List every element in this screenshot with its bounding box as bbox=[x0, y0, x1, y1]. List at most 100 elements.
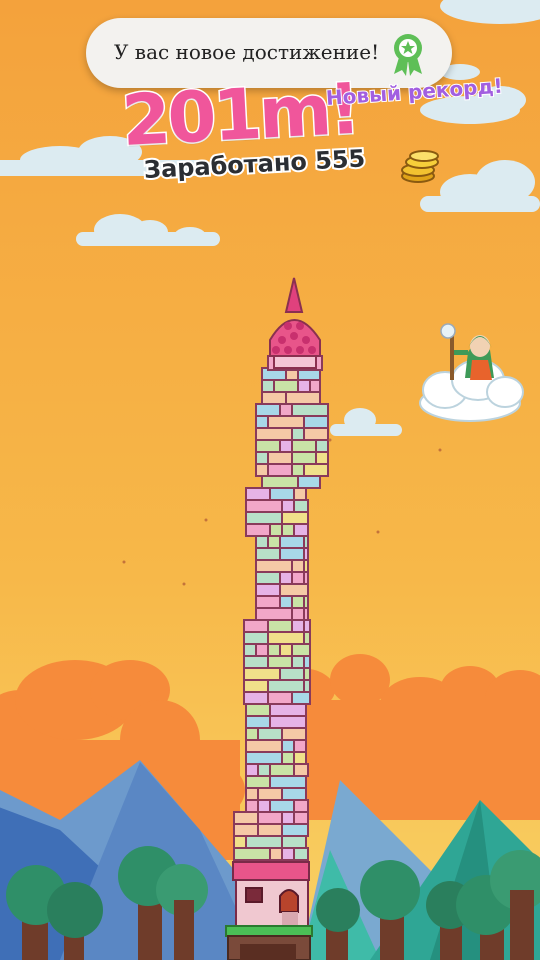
tower-block bbox=[255, 559, 293, 573]
tower-block bbox=[255, 571, 281, 585]
tower-block bbox=[303, 607, 309, 621]
tower-block bbox=[291, 619, 305, 633]
tower-block bbox=[233, 847, 271, 861]
tower-block bbox=[291, 691, 311, 705]
tower-block bbox=[267, 655, 293, 669]
gold-coins-icon bbox=[401, 150, 439, 183]
tower-block bbox=[261, 379, 275, 393]
tower-block bbox=[269, 703, 307, 717]
tower-block bbox=[303, 547, 309, 561]
tower-block bbox=[261, 475, 299, 489]
tower-block bbox=[293, 499, 309, 513]
achievement-notification-text: У вас новое достижение! bbox=[114, 40, 380, 64]
tower-block bbox=[303, 631, 311, 645]
tower-block bbox=[255, 427, 293, 441]
tower-block bbox=[267, 679, 305, 693]
tower-block bbox=[255, 415, 269, 429]
tower-block bbox=[303, 619, 311, 633]
tower-block bbox=[255, 403, 281, 417]
tower-block bbox=[233, 835, 247, 849]
tower-block bbox=[303, 667, 311, 681]
tower-block bbox=[293, 799, 309, 813]
tower-block bbox=[243, 619, 269, 633]
tower-block bbox=[303, 535, 309, 549]
tower-block bbox=[245, 499, 283, 513]
tower-block bbox=[243, 679, 269, 693]
tower-block bbox=[267, 643, 281, 657]
tower-block bbox=[267, 691, 293, 705]
tower-block bbox=[255, 451, 269, 465]
tower-block bbox=[279, 571, 293, 585]
tower-block bbox=[281, 523, 295, 537]
tower-block bbox=[293, 523, 309, 537]
tower-block bbox=[303, 427, 329, 441]
tower-block bbox=[315, 439, 329, 453]
tower-block bbox=[245, 835, 283, 849]
tower-block bbox=[245, 487, 271, 501]
tower-block bbox=[267, 463, 293, 477]
tower-block bbox=[243, 655, 269, 669]
tower-block bbox=[245, 799, 259, 813]
tower-block bbox=[257, 811, 283, 825]
tower-block bbox=[267, 619, 293, 633]
tower-block bbox=[285, 391, 321, 405]
tower-block bbox=[255, 547, 281, 561]
tower-block bbox=[281, 811, 295, 825]
tower-block bbox=[281, 511, 309, 525]
tower-block bbox=[279, 667, 305, 681]
tower-block bbox=[267, 451, 293, 465]
tower-block bbox=[281, 727, 307, 741]
tower-block bbox=[269, 799, 295, 813]
tower-block bbox=[233, 823, 259, 837]
tower-block bbox=[269, 763, 295, 777]
tower-block bbox=[293, 751, 307, 765]
tower-block bbox=[281, 835, 307, 849]
tower-block bbox=[291, 595, 305, 609]
tower-block bbox=[303, 655, 311, 669]
tower-block bbox=[269, 715, 307, 729]
tower-block bbox=[303, 463, 329, 477]
tower-block bbox=[255, 643, 269, 657]
tower-block bbox=[243, 643, 257, 657]
tower-block bbox=[315, 451, 329, 465]
tower-block bbox=[255, 595, 281, 609]
tower-block bbox=[269, 523, 283, 537]
tower-block bbox=[279, 595, 293, 609]
tower-block bbox=[269, 487, 295, 501]
tower-block bbox=[267, 535, 281, 549]
tower-block bbox=[309, 379, 321, 393]
tower-block bbox=[243, 691, 269, 705]
tower-block bbox=[245, 703, 271, 717]
tower-block bbox=[243, 667, 281, 681]
tower-block bbox=[297, 475, 321, 489]
tower-block bbox=[279, 583, 309, 597]
tower-block bbox=[255, 607, 293, 621]
tower-block bbox=[291, 451, 317, 465]
tower-block bbox=[297, 379, 311, 393]
tower-block bbox=[291, 403, 329, 417]
tower-block bbox=[291, 571, 305, 585]
tower-block bbox=[257, 823, 283, 837]
achievement-ribbon-icon bbox=[394, 34, 422, 76]
tower-block bbox=[303, 595, 309, 609]
tower-base-house bbox=[225, 861, 313, 960]
tower-block bbox=[245, 763, 259, 777]
tower-block bbox=[267, 631, 305, 645]
tower-block bbox=[281, 499, 295, 513]
tower-block bbox=[245, 739, 283, 753]
tower-block bbox=[279, 403, 293, 417]
tower-block bbox=[267, 415, 305, 429]
tower-block bbox=[303, 679, 311, 693]
tower-block bbox=[243, 631, 269, 645]
tower-block bbox=[255, 439, 281, 453]
tower-block bbox=[293, 763, 309, 777]
tower-block bbox=[303, 571, 309, 585]
tower-block bbox=[269, 775, 307, 789]
tower-block bbox=[269, 847, 283, 861]
tower-block bbox=[293, 739, 307, 753]
tower-block bbox=[291, 607, 305, 621]
tower-block bbox=[279, 439, 293, 453]
tower-block bbox=[245, 523, 271, 537]
tower-block bbox=[233, 811, 259, 825]
tower-block bbox=[291, 439, 317, 453]
